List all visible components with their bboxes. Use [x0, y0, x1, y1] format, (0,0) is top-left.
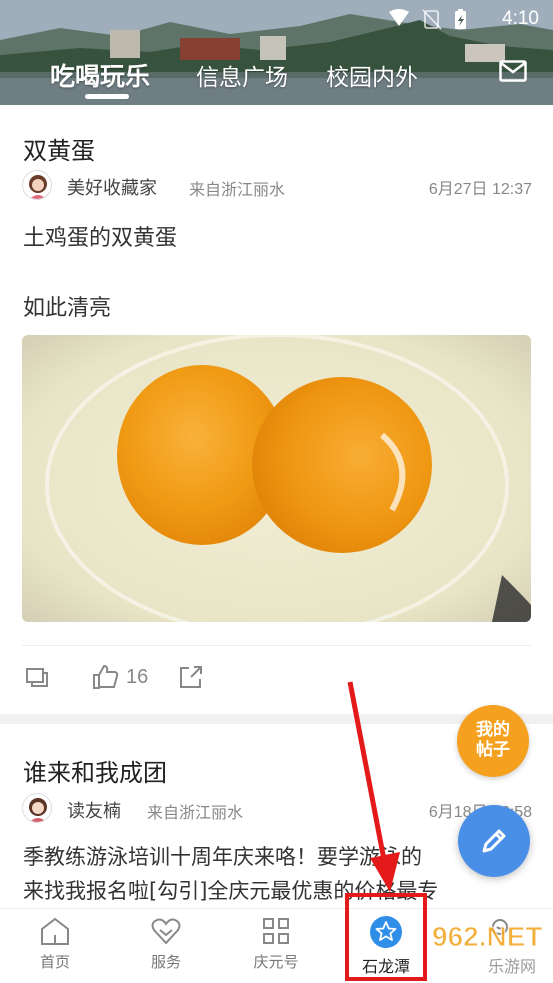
- status-icons: [389, 9, 466, 30]
- tab-campus[interactable]: 校园内外: [326, 58, 418, 92]
- battery-icon: [455, 9, 466, 29]
- red-arrow-annotation: [347, 681, 400, 892]
- my-posts-button[interactable]: 我的 帖子: [457, 705, 529, 777]
- post-image-double-yolk-egg[interactable]: [22, 335, 531, 622]
- home-icon: [41, 917, 69, 945]
- like-count: 16: [126, 666, 149, 688]
- site-watermark: 962.NET 乐游网: [432, 921, 544, 977]
- wifi-icon: [389, 9, 409, 26]
- nav-qingyuan-account[interactable]: 庆元号: [236, 915, 316, 981]
- nav-services[interactable]: 服务: [126, 915, 206, 981]
- header-banner: 4:10 吃喝玩乐 信息广场 校园内外: [0, 0, 553, 105]
- post-time: 6月27日 12:37: [428, 181, 532, 198]
- tab-active-indicator: [85, 94, 129, 99]
- post-text-line: 如此清亮: [23, 296, 112, 321]
- compose-post-button[interactable]: [458, 805, 530, 877]
- pencil-icon: [482, 829, 506, 853]
- like-icon[interactable]: [92, 663, 120, 691]
- watermark-brand: 962.NET: [432, 921, 543, 952]
- author-row: 美好收藏家 来自浙江丽水 6月27日 12:37: [22, 170, 532, 202]
- post-divider: [22, 645, 531, 646]
- heart-icon: [151, 918, 181, 945]
- author-name[interactable]: 读友楠: [67, 797, 121, 823]
- top-tabs: 吃喝玩乐 信息广场 校园内外: [0, 52, 553, 98]
- mail-icon[interactable]: [499, 60, 527, 82]
- post-title[interactable]: 谁来和我成团: [23, 753, 167, 788]
- post-text-line: 来找我报名啦[勾引]全庆元最优惠的价格最专: [23, 879, 439, 903]
- author-name[interactable]: 美好收藏家: [67, 174, 157, 200]
- status-time: 4:10: [502, 8, 539, 29]
- my-posts-label-line1: 我的: [476, 720, 510, 740]
- avatar[interactable]: [22, 170, 52, 200]
- status-bar: 4:10: [0, 0, 553, 38]
- author-location: 来自浙江丽水: [189, 180, 286, 199]
- comment-icon[interactable]: [24, 663, 52, 691]
- avatar[interactable]: [22, 793, 52, 823]
- post-card[interactable]: 双黄蛋 美好收藏家 来自浙江丽水 6月27日 12:37 土鸡蛋的双黄蛋 如此清…: [0, 105, 553, 715]
- tab-info-square[interactable]: 信息广场: [196, 58, 288, 92]
- my-posts-label-line2: 帖子: [476, 740, 510, 760]
- grid-icon: [263, 918, 289, 944]
- tab-eat-drink-play[interactable]: 吃喝玩乐: [50, 57, 150, 93]
- author-location: 来自浙江丽水: [147, 803, 244, 822]
- post-text-line: 土鸡蛋的双黄蛋: [23, 226, 178, 251]
- nav-label: 庆元号: [253, 953, 299, 971]
- author-row: 读友楠 来自浙江丽水 6月18日 16:58: [22, 793, 532, 825]
- share-icon[interactable]: [177, 663, 205, 691]
- nav-home[interactable]: 首页: [15, 915, 95, 981]
- nav-label: 服务: [150, 953, 181, 971]
- post-actions: 16: [22, 663, 322, 697]
- no-sim-icon: [422, 9, 442, 30]
- nav-label: 首页: [39, 953, 70, 971]
- post-title[interactable]: 双黄蛋: [23, 131, 95, 166]
- highlight-box: [345, 893, 427, 981]
- watermark-sub: 乐游网: [488, 957, 536, 976]
